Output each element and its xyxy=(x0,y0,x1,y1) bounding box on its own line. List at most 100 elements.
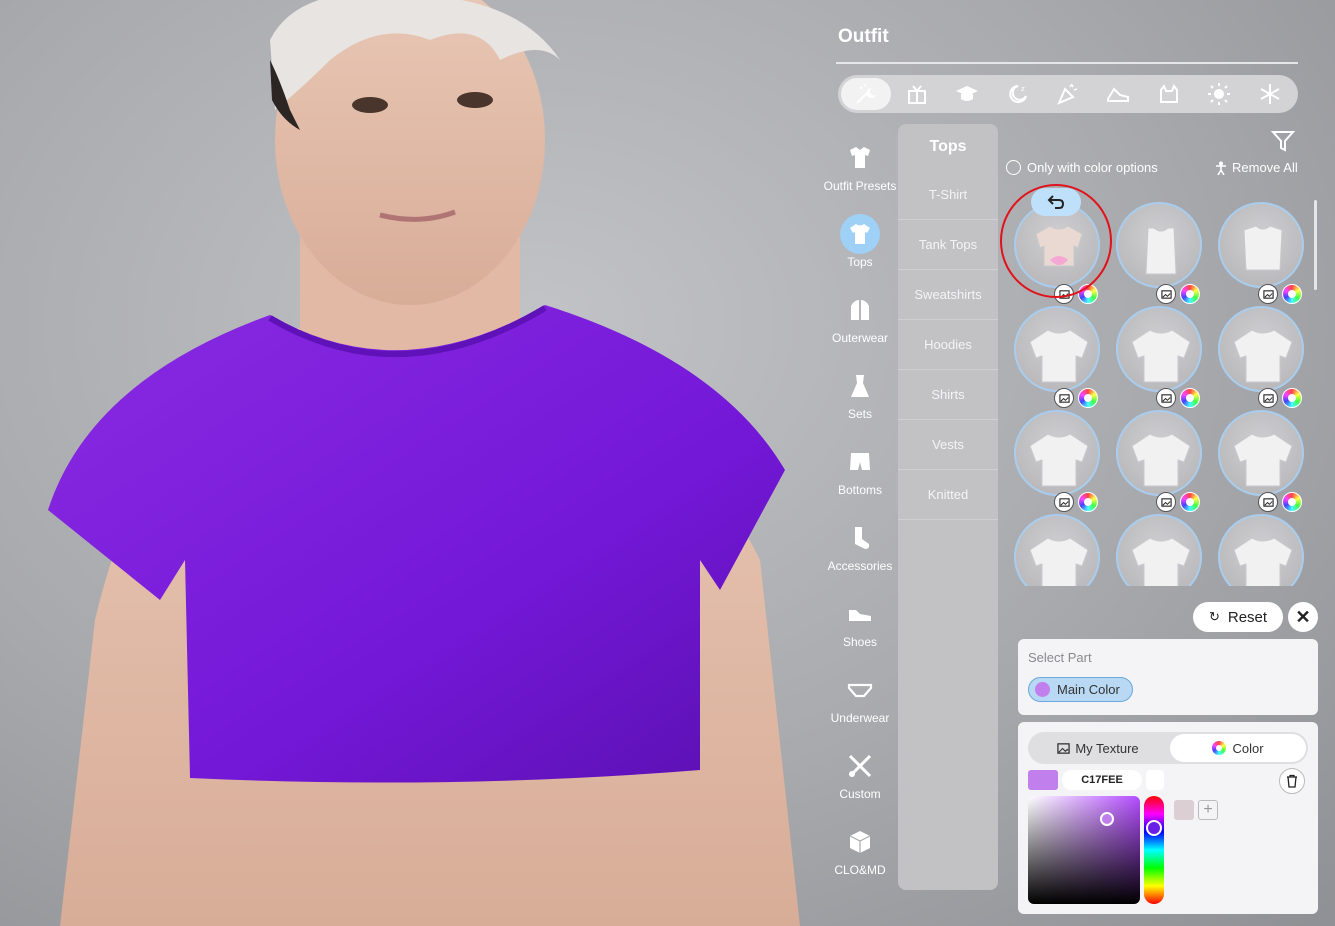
nav-label: Custom xyxy=(839,787,881,801)
character-viewport[interactable] xyxy=(0,0,830,926)
sock-icon xyxy=(855,527,870,549)
nav-label: Outerwear xyxy=(831,331,889,345)
undo-button[interactable] xyxy=(1031,188,1081,216)
nav-custom[interactable]: Custom xyxy=(820,736,900,812)
subcategory-item-hoodies[interactable]: Hoodies xyxy=(898,320,998,370)
texture-badge-icon xyxy=(1258,492,1278,512)
radio-circle xyxy=(1006,160,1021,175)
theme-summer-button[interactable] xyxy=(1194,78,1244,110)
outfit-item[interactable] xyxy=(1116,514,1202,586)
outfit-item[interactable] xyxy=(1116,202,1202,288)
color-option-badge-icon xyxy=(1180,492,1200,512)
saturation-value-picker[interactable] xyxy=(1028,796,1140,904)
filter-button[interactable] xyxy=(1270,128,1296,154)
nav-label: CLO&MD xyxy=(834,863,886,877)
outfit-item[interactable] xyxy=(1218,514,1304,586)
tab-color-label: Color xyxy=(1232,740,1264,756)
dress-icon xyxy=(851,375,869,397)
hue-slider[interactable] xyxy=(1144,796,1164,904)
theme-party-button[interactable] xyxy=(1043,78,1093,110)
outfit-item[interactable] xyxy=(1218,202,1304,288)
only-color-options-toggle[interactable]: Only with color options xyxy=(1006,160,1158,175)
saved-swatch-white[interactable] xyxy=(1146,770,1164,790)
texture-badge-icon xyxy=(1054,388,1074,408)
snowflake-icon xyxy=(1260,84,1280,104)
nav-label: Bottoms xyxy=(837,483,882,497)
subcategory-item-tank-tops[interactable]: Tank Tops xyxy=(898,220,998,270)
character-render xyxy=(48,0,800,926)
magic-wand-moon-icon xyxy=(856,84,877,104)
subcategory-item-vests[interactable]: Vests xyxy=(898,420,998,470)
nav-label: Shoes xyxy=(842,635,878,649)
nav-outfit-presets[interactable]: Outfit Presets xyxy=(820,128,900,204)
outfit-item[interactable] xyxy=(1116,410,1202,496)
mode-tabs: My Texture Color xyxy=(1028,732,1308,764)
title-divider xyxy=(836,62,1298,64)
theme-winter-button[interactable] xyxy=(1245,78,1295,110)
subcategory-item-sweatshirts[interactable]: Sweatshirts xyxy=(898,270,998,320)
garment-thumbnail xyxy=(1131,433,1191,487)
nav-bottoms[interactable]: Bottoms xyxy=(820,432,900,508)
garment-thumbnail xyxy=(1145,227,1177,275)
color-option-badge-icon xyxy=(1282,492,1302,512)
theme-sport-button[interactable] xyxy=(1093,78,1143,110)
theme-sleep-button[interactable]: z xyxy=(992,78,1042,110)
remove-all-button[interactable]: Remove All xyxy=(1214,160,1298,175)
hex-color-input[interactable] xyxy=(1062,770,1142,790)
outfit-item[interactable] xyxy=(1014,514,1100,586)
color-option-badge-icon xyxy=(1180,388,1200,408)
outfit-presets-icon xyxy=(850,147,870,168)
add-swatch-button[interactable]: + xyxy=(1198,800,1218,820)
theme-animal-button[interactable] xyxy=(1144,78,1194,110)
garment-thumbnail xyxy=(1233,329,1293,383)
texture-badge-icon xyxy=(1258,388,1278,408)
garment-thumbnail xyxy=(1243,225,1283,271)
trash-icon xyxy=(1287,774,1297,788)
texture-badge-icon xyxy=(1156,284,1176,304)
garment-thumbnail xyxy=(1233,433,1293,487)
close-button[interactable]: ✕ xyxy=(1288,602,1318,632)
cat-icon xyxy=(1159,83,1178,103)
nav-label: Sets xyxy=(847,407,872,421)
nav-label: Underwear xyxy=(830,711,890,725)
outfit-side-nav: Outfit Presets Tops Outerwear Sets Botto… xyxy=(820,128,900,888)
saturation-value-cursor[interactable] xyxy=(1100,812,1114,826)
tab-my-texture[interactable]: My Texture xyxy=(1030,734,1166,762)
theme-gift-button[interactable] xyxy=(891,78,941,110)
tools-icon xyxy=(848,754,872,778)
hue-slider-handle[interactable] xyxy=(1146,820,1162,836)
garment-thumbnail xyxy=(1131,537,1191,586)
texture-badge-icon xyxy=(1156,492,1176,512)
nav-outerwear[interactable]: Outerwear xyxy=(820,280,900,356)
subcategory-item-shirts[interactable]: Shirts xyxy=(898,370,998,420)
preset-swatch[interactable] xyxy=(1174,800,1194,820)
person-icon xyxy=(1216,161,1226,175)
nav-tops[interactable]: Tops xyxy=(820,204,900,280)
garment-thumbnail xyxy=(1131,329,1191,383)
nav-sets[interactable]: Sets xyxy=(820,356,900,432)
tab-my-texture-label: My Texture xyxy=(1075,740,1139,756)
subcategory-item-knitted[interactable]: Knitted xyxy=(898,470,998,520)
image-icon xyxy=(1057,742,1071,754)
main-color-part-chip[interactable]: Main Color xyxy=(1028,677,1133,702)
nav-accessories[interactable]: Accessories xyxy=(820,508,900,584)
theme-school-button[interactable] xyxy=(942,78,992,110)
sleep-moon-icon: z xyxy=(1008,85,1027,103)
main-color-dot xyxy=(1035,682,1050,697)
subcategory-item-tshirt[interactable]: T-Shirt xyxy=(898,170,998,220)
nav-underwear[interactable]: Underwear xyxy=(820,660,900,736)
nav-shoes[interactable]: Shoes xyxy=(820,584,900,660)
outfit-item[interactable] xyxy=(1014,410,1100,496)
reset-button[interactable]: ↻ Reset xyxy=(1193,602,1283,632)
grid-scrollbar[interactable] xyxy=(1314,200,1317,290)
outfit-item[interactable] xyxy=(1218,306,1304,392)
delete-button[interactable] xyxy=(1279,768,1305,794)
tab-color[interactable]: Color xyxy=(1170,734,1306,762)
outfit-item[interactable] xyxy=(1218,410,1304,496)
filter-icon xyxy=(1270,131,1296,152)
outfit-item[interactable] xyxy=(1014,306,1100,392)
theme-magic-button[interactable] xyxy=(841,78,892,110)
outfit-item[interactable] xyxy=(1116,306,1202,392)
nav-clo-md[interactable]: CLO&MD xyxy=(820,812,900,888)
color-option-badge-icon xyxy=(1282,388,1302,408)
